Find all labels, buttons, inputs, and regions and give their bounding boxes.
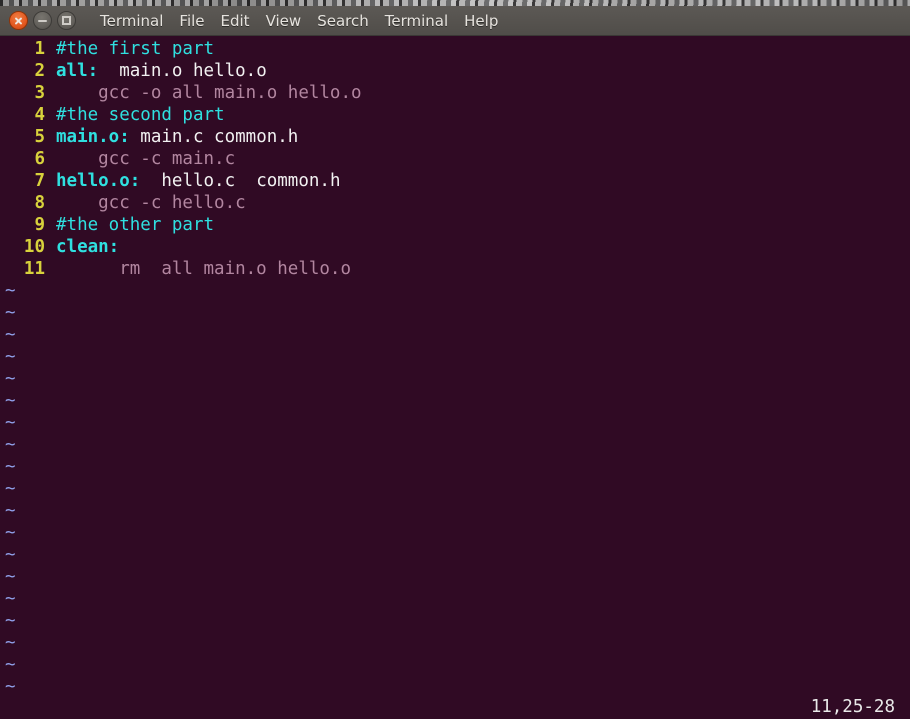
code-token-cmd: gcc -c main.c bbox=[56, 149, 236, 169]
code-token-cmd: gcc -c hello.c bbox=[56, 193, 246, 213]
maximize-icon bbox=[62, 16, 71, 25]
empty-line-marker: ~ bbox=[5, 633, 16, 653]
window-controls bbox=[9, 11, 76, 30]
empty-line-marker: ~ bbox=[5, 457, 16, 477]
line-number: 1 bbox=[34, 39, 45, 59]
code-token-target: clean: bbox=[56, 237, 120, 257]
editor-line[interactable]: 7 hello.o: hello.c common.h bbox=[0, 170, 910, 192]
empty-line-marker: ~ bbox=[5, 369, 16, 389]
screen: Terminal File Edit View Search Terminal … bbox=[0, 0, 910, 719]
empty-line-marker: ~ bbox=[5, 545, 16, 565]
code-token-target: all: bbox=[56, 61, 99, 81]
code-token-comment: #the other part bbox=[56, 215, 215, 235]
code-token-comment: #the second part bbox=[56, 105, 225, 125]
editor-line[interactable]: 1 #the first part bbox=[0, 38, 910, 60]
terminal-screen[interactable]: ~ ~ ~ ~ ~ ~ ~ ~ ~ ~ ~ ~ ~ ~ ~ ~ ~ ~ ~ 1 #the first part 2 all… bbox=[0, 36, 910, 719]
vim-empty-line-markers: ~ ~ ~ ~ ~ ~ ~ ~ ~ ~ ~ ~ ~ ~ ~ ~ ~ ~ ~ bbox=[5, 280, 16, 698]
menu-file[interactable]: File bbox=[171, 10, 212, 32]
editor-line[interactable]: 5 main.o: main.c common.h bbox=[0, 126, 910, 148]
editor-line[interactable]: 10 clean: bbox=[0, 236, 910, 258]
empty-line-marker: ~ bbox=[5, 655, 16, 675]
code-token-dep: hello.c common.h bbox=[140, 171, 341, 191]
empty-line-marker: ~ bbox=[5, 567, 16, 587]
minimize-button[interactable] bbox=[33, 11, 52, 30]
empty-line-marker: ~ bbox=[5, 347, 16, 367]
code-token-cmd: rm all main.o hello.o bbox=[56, 259, 352, 279]
line-number: 4 bbox=[34, 105, 45, 125]
editor-line[interactable]: 2 all: main.o hello.o bbox=[0, 60, 910, 82]
editor-line[interactable]: 8 gcc -c hello.c bbox=[0, 192, 910, 214]
empty-line-marker: ~ bbox=[5, 479, 16, 499]
window-titlebar[interactable]: Terminal File Edit View Search Terminal … bbox=[0, 6, 910, 36]
code-token-dep: main.o hello.o bbox=[98, 61, 267, 81]
menu-search[interactable]: Search bbox=[309, 10, 377, 32]
line-number: 5 bbox=[34, 127, 45, 147]
editor-line[interactable]: 6 gcc -c main.c bbox=[0, 148, 910, 170]
maximize-button[interactable] bbox=[57, 11, 76, 30]
menu-edit[interactable]: Edit bbox=[213, 10, 258, 32]
line-number: 6 bbox=[34, 149, 45, 169]
empty-line-marker: ~ bbox=[5, 325, 16, 345]
empty-line-marker: ~ bbox=[5, 435, 16, 455]
vim-status-line: 11,25-28 bbox=[810, 697, 895, 717]
menubar: Terminal File Edit View Search Terminal … bbox=[92, 10, 506, 32]
code-token-target: main.o: bbox=[56, 127, 130, 147]
editor-line[interactable]: 4 #the second part bbox=[0, 104, 910, 126]
empty-line-marker: ~ bbox=[5, 523, 16, 543]
editor-line[interactable]: 9 #the other part bbox=[0, 214, 910, 236]
code-token-comment: #the first part bbox=[56, 39, 215, 59]
empty-line-marker: ~ bbox=[5, 589, 16, 609]
menu-view[interactable]: View bbox=[258, 10, 310, 32]
line-number: 10 bbox=[23, 237, 45, 257]
empty-line-marker: ~ bbox=[5, 611, 16, 631]
code-token-cmd: gcc -o all main.o hello.o bbox=[56, 83, 362, 103]
line-number: 11 bbox=[23, 259, 45, 279]
editor-line[interactable]: 11 rm all main.o hello.o bbox=[0, 258, 910, 280]
close-button[interactable] bbox=[9, 11, 28, 30]
line-number: 9 bbox=[34, 215, 45, 235]
empty-line-marker: ~ bbox=[5, 303, 16, 323]
empty-line-marker: ~ bbox=[5, 413, 16, 433]
empty-line-marker: ~ bbox=[5, 391, 16, 411]
code-token-dep: main.c common.h bbox=[129, 127, 299, 147]
editor-line[interactable]: 3 gcc -o all main.o hello.o bbox=[0, 82, 910, 104]
menu-terminal[interactable]: Terminal bbox=[377, 10, 456, 32]
empty-line-marker: ~ bbox=[5, 281, 16, 301]
code-token-target: hello.o: bbox=[56, 171, 141, 191]
menu-help[interactable]: Help bbox=[456, 10, 506, 32]
line-number: 2 bbox=[34, 61, 45, 81]
line-number: 8 bbox=[34, 193, 45, 213]
close-icon bbox=[14, 16, 23, 25]
empty-line-marker: ~ bbox=[5, 501, 16, 521]
editor-buffer[interactable]: 1 #the first part 2 all: main.o hello.o 3 gc… bbox=[0, 38, 910, 280]
line-number: 7 bbox=[34, 171, 45, 191]
terminal-window: Terminal File Edit View Search Terminal … bbox=[0, 6, 910, 719]
line-number: 3 bbox=[34, 83, 45, 103]
minimize-icon bbox=[38, 19, 47, 22]
window-title: Terminal bbox=[100, 11, 164, 30]
